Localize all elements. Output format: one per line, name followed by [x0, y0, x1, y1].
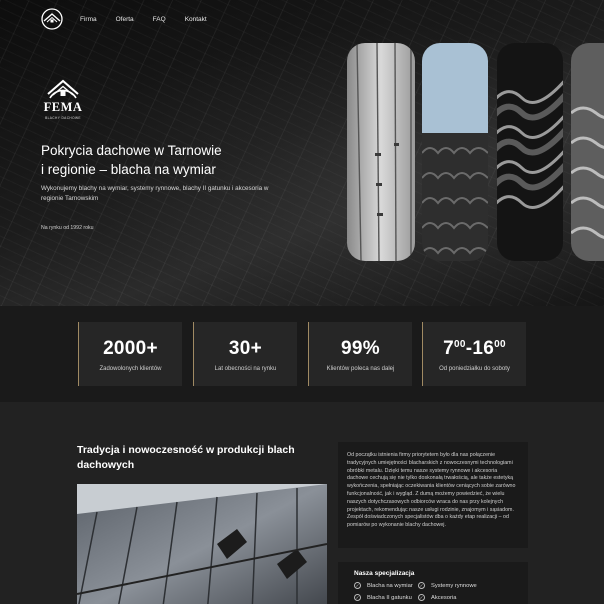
- about-title: Tradycja i nowoczesność w produkcji blac…: [77, 444, 295, 471]
- check-circle-icon: ✓: [418, 582, 425, 589]
- roof-photo-standing-seam: [347, 43, 415, 261]
- stat-value: 2000+: [103, 338, 158, 359]
- roof-photo-tile-sky: [422, 43, 488, 261]
- roof-photo-trapezoid: [571, 43, 604, 261]
- brand-name: FEMA: [43, 100, 83, 114]
- top-nav: Firma Oferta FAQ Kontakt: [41, 8, 226, 30]
- specialization-item-label: Systemy rynnowe: [431, 582, 477, 589]
- nav-logo-icon[interactable]: [41, 8, 63, 30]
- hours-end-minutes: 00: [494, 339, 506, 350]
- nav-link-kontakt[interactable]: Kontakt: [185, 16, 207, 23]
- stat-label: Od poniedziałku do soboty: [439, 366, 510, 372]
- nav-links: Firma Oferta FAQ Kontakt: [80, 16, 226, 23]
- nav-link-firma[interactable]: Firma: [80, 16, 97, 23]
- specialization-list: ✓ Blacha na wymiar ✓ Systemy rynnowe ✓ Blac…: [354, 582, 512, 601]
- stat-label: Zadowolonych klientów: [99, 366, 162, 372]
- roof-installation-photo: [77, 484, 327, 604]
- specialization-item-label: Blacha na wymiar: [367, 582, 413, 589]
- brand-logo: FEMA BLACHY DACHOWE: [40, 72, 86, 120]
- specialization-item: ✓ Akcesoria: [418, 594, 498, 601]
- about-section: Tradycja i nowoczesność w produkcji blac…: [0, 402, 604, 604]
- check-circle-icon: ✓: [354, 582, 361, 589]
- house-roof-logo-icon: [47, 79, 79, 99]
- stat-card-years: 30+ Lat obecności na rynku: [193, 322, 297, 386]
- brand-subtitle: BLACHY DACHOWE: [45, 116, 81, 120]
- check-circle-icon: ✓: [418, 594, 425, 601]
- hero-title-line-2: i regionie – blacha na wymiar: [41, 162, 216, 177]
- hero-description: Wykonujemy blachy na wymiar, systemy ryn…: [41, 185, 269, 202]
- stat-label: Klientów poleca nas dalej: [326, 366, 395, 372]
- stat-value: 99%: [341, 338, 380, 359]
- nav-link-oferta[interactable]: Oferta: [116, 16, 134, 23]
- hero-title-line-1: Pokrycia dachowe w Tarnowie: [41, 143, 222, 158]
- about-description: Od początku istnienia firmy priorytetem …: [338, 442, 528, 548]
- specialization-title: Nasza specjalizacja: [354, 570, 415, 577]
- stat-value: 30+: [228, 338, 263, 359]
- hours-end: 16: [472, 338, 495, 359]
- specialization-box: Nasza specjalizacja ✓ Blacha na wymiar ✓ S…: [338, 562, 528, 604]
- specialization-item: ✓ Blacha II gatunku: [354, 594, 418, 601]
- stat-card-hours: 700-1600 Od poniedziałku do soboty: [422, 322, 526, 386]
- hero-section: Firma Oferta FAQ Kontakt FEMA BLACHY DAC…: [0, 0, 604, 306]
- nav-link-faq[interactable]: FAQ: [153, 16, 166, 23]
- specialization-item: ✓ Blacha na wymiar: [354, 582, 418, 589]
- stats-section: 2000+ Zadowolonych klientów 30+ Lat obec…: [0, 306, 604, 402]
- specialization-item: ✓ Systemy rynnowe: [418, 582, 498, 589]
- hero-title: Pokrycia dachowe w Tarnowie i regionie –…: [41, 141, 311, 179]
- stat-card-clients: 2000+ Zadowolonych klientów: [78, 322, 182, 386]
- specialization-item-label: Blacha II gatunku: [367, 594, 412, 601]
- hours-start-minutes: 00: [454, 339, 466, 350]
- stat-label: Lat obecności na rynku: [214, 366, 277, 372]
- stat-card-recommend: 99% Klientów poleca nas dalej: [308, 322, 412, 386]
- stat-value-hours: 700-1600: [423, 338, 526, 360]
- hours-start: 7: [443, 338, 455, 359]
- roof-photo-tile-closeup: [497, 43, 563, 261]
- specialization-item-label: Akcesoria: [431, 594, 457, 601]
- hero-since: Na rynku od 1992 roku: [41, 225, 94, 231]
- check-circle-icon: ✓: [354, 594, 361, 601]
